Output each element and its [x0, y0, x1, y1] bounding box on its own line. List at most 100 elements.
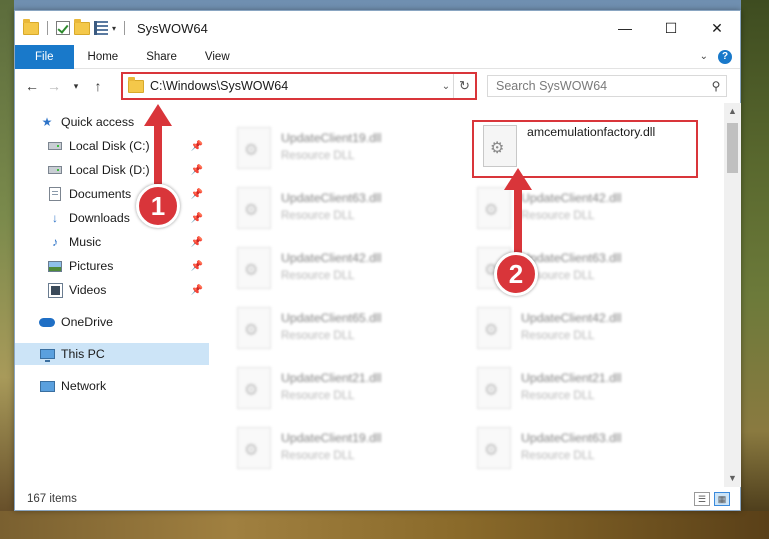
tab-view[interactable]: View [191, 45, 244, 69]
annotation-arrow-2-head [504, 168, 532, 190]
dll-file-icon: ⚙ [477, 427, 511, 469]
sidebar-item-music[interactable]: ♪ Music 📌 [15, 231, 209, 253]
search-icon[interactable]: ⚲ [706, 79, 726, 93]
pin-icon[interactable]: 📌 [191, 141, 203, 152]
tab-file[interactable]: File [15, 44, 74, 69]
details-view-icon[interactable]: ☰ [694, 492, 710, 506]
network-icon [39, 380, 55, 392]
file-item[interactable]: ⚙ UpdateClient63.dll Resource DLL [229, 181, 461, 237]
scroll-up-icon[interactable]: ▲ [724, 103, 741, 120]
sidebar-item-downloads[interactable]: ↓ Downloads 📌 [15, 207, 209, 229]
sidebar-item-label: Quick access [61, 115, 135, 129]
tab-share[interactable]: Share [132, 45, 191, 69]
dll-file-icon: ⚙ [237, 367, 271, 409]
sidebar-item-label: Downloads [69, 211, 130, 225]
annotation-arrow-1-shaft [154, 124, 162, 184]
dll-file-icon: ⚙ [237, 427, 271, 469]
pin-icon[interactable]: 📌 [191, 261, 203, 272]
file-name: UpdateClient65.dll [281, 311, 382, 325]
pin-icon[interactable]: 📌 [191, 213, 203, 224]
file-item[interactable]: ⚙ UpdateClient21.dll Resource DLL [229, 361, 461, 417]
pin-icon[interactable]: 📌 [191, 165, 203, 176]
recent-locations-icon[interactable]: ▾ [65, 81, 87, 92]
file-name: UpdateClient21.dll [281, 371, 382, 385]
annotation-step-2: 2 [494, 252, 538, 296]
file-type: Resource DLL [521, 390, 595, 402]
videos-icon [47, 282, 63, 298]
new-folder-icon[interactable] [74, 18, 90, 35]
search-input[interactable] [488, 79, 706, 93]
sidebar-item-videos[interactable]: Videos 📌 [15, 279, 209, 301]
navigation-bar: ← → ▾ ↑ C:\Windows\SysWOW64 ⌄ ↻ ⚲ [15, 69, 740, 103]
tab-home[interactable]: Home [74, 45, 133, 69]
star-icon: ★ [41, 115, 53, 129]
search-box[interactable]: ⚲ [487, 75, 727, 97]
file-item[interactable]: ⚙ UpdateClient19.dll Resource DLL [229, 121, 461, 177]
address-dropdown-icon[interactable]: ⌄ [439, 81, 453, 92]
sidebar-item-label: Videos [69, 283, 107, 297]
annotation-arrow-2-shaft [514, 188, 522, 254]
sidebar-item-onedrive[interactable]: OneDrive [15, 311, 209, 333]
sidebar-item-label: This PC [61, 347, 105, 361]
sidebar-item-label: Pictures [69, 259, 114, 273]
dll-file-icon: ⚙ [237, 187, 271, 229]
cloud-icon [39, 317, 55, 327]
file-item[interactable]: ⚙ UpdateClient19.dll Resource DLL [229, 421, 461, 477]
sidebar-item-this-pc[interactable]: This PC [15, 343, 209, 365]
sidebar-item-label: Documents [69, 187, 132, 201]
sidebar-item-network[interactable]: Network [15, 375, 209, 397]
refresh-icon[interactable]: ↻ [453, 74, 475, 98]
file-item[interactable]: ⚙ UpdateClient42.dll Resource DLL [229, 241, 461, 297]
expand-ribbon-icon[interactable]: ⌄ [700, 51, 708, 62]
sidebar-item-local-disk-d[interactable]: Local Disk (D:) 📌 [15, 159, 209, 181]
pc-icon [39, 349, 55, 362]
file-type: Resource DLL [281, 150, 355, 162]
quick-access-toolbar: ▾ [15, 18, 129, 35]
up-arrow-icon[interactable]: ↑ [87, 78, 109, 94]
back-arrow-icon[interactable]: ← [21, 78, 43, 94]
annotation-step-1: 1 [136, 184, 180, 228]
desktop-background-bottom [0, 511, 769, 539]
scroll-down-icon[interactable]: ▼ [724, 470, 741, 487]
pin-icon[interactable]: 📌 [191, 189, 203, 200]
file-name: UpdateClient21.dll [521, 371, 622, 385]
address-path[interactable]: C:\Windows\SysWOW64 [150, 79, 439, 93]
scrollbar-thumb[interactable] [727, 123, 738, 173]
close-button[interactable]: ✕ [694, 11, 740, 45]
sidebar-item-local-disk-c[interactable]: Local Disk (C:) 📌 [15, 135, 209, 157]
file-item[interactable]: ⚙ UpdateClient63.dll Resource DLL [469, 421, 701, 477]
file-name: UpdateClient42.dll [521, 191, 622, 205]
toolbar-separator [124, 21, 126, 35]
documents-icon [49, 187, 61, 201]
tiles-view-icon[interactable]: ▦ [714, 492, 730, 506]
address-folder-icon [128, 76, 144, 93]
sidebar-item-label: Local Disk (C:) [69, 139, 150, 153]
minimize-button[interactable]: — [602, 11, 648, 45]
sidebar-item-documents[interactable]: Documents 📌 [15, 183, 209, 205]
sidebar-item-label: Music [69, 235, 102, 249]
properties-check-icon[interactable] [56, 21, 70, 35]
help-icon[interactable]: ? [718, 49, 732, 64]
dll-file-icon: ⚙ [237, 247, 271, 289]
maximize-button[interactable]: ☐ [648, 11, 694, 45]
sidebar-item-quick-access[interactable]: ★ Quick access [15, 111, 209, 133]
ribbon-right-controls: ⌄ ? [700, 49, 740, 64]
customize-toolbar-icon[interactable] [94, 21, 108, 35]
file-item[interactable]: ⚙ UpdateClient21.dll Resource DLL [469, 361, 701, 417]
downloads-icon: ↓ [52, 211, 58, 225]
pictures-icon [48, 260, 62, 272]
forward-arrow-icon[interactable]: → [43, 78, 65, 94]
vertical-scrollbar[interactable]: ▲ ▼ [724, 103, 741, 487]
file-item[interactable]: ⚙ UpdateClient65.dll Resource DLL [229, 301, 461, 357]
sidebar-item-label: Local Disk (D:) [69, 163, 150, 177]
drive-icon [48, 142, 62, 150]
sidebar-item-pictures[interactable]: Pictures 📌 [15, 255, 209, 277]
address-bar[interactable]: C:\Windows\SysWOW64 ⌄ ↻ [121, 72, 477, 100]
pin-icon[interactable]: 📌 [191, 237, 203, 248]
file-item[interactable]: ⚙ UpdateClient42.dll Resource DLL [469, 301, 701, 357]
pin-icon[interactable]: 📌 [191, 285, 203, 296]
file-type: Resource DLL [521, 210, 595, 222]
toolbar-dropdown-icon[interactable]: ▾ [112, 24, 116, 33]
dll-file-icon: ⚙ [237, 127, 271, 169]
view-toggle: ☰ ▦ [694, 492, 730, 506]
